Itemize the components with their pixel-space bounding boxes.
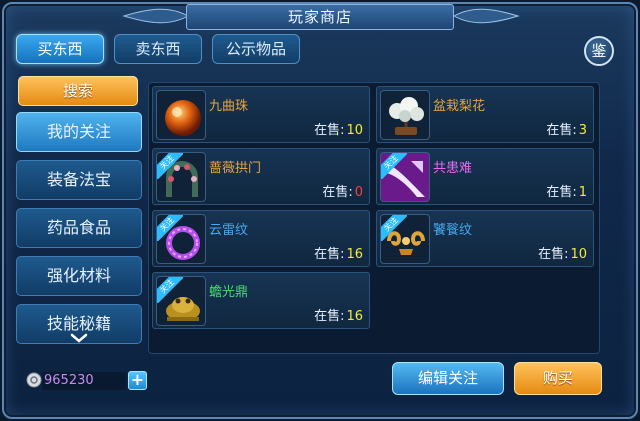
- stock-count: 在售: 10: [538, 247, 587, 262]
- appraise-button[interactable]: 鉴: [584, 36, 614, 66]
- item-name: 云雷纹: [209, 223, 249, 238]
- stock-count: 在售: 3: [546, 123, 587, 138]
- buy-button[interactable]: 购买: [514, 362, 602, 395]
- stock-count: 在售: 10: [314, 123, 363, 138]
- item-name: 蔷薇拱门: [209, 161, 262, 176]
- add-money-button[interactable]: +: [128, 371, 147, 390]
- sidebar-item-equipment[interactable]: 装备法宝: [16, 160, 142, 200]
- currency-icon: [26, 372, 42, 388]
- tab-public-items[interactable]: 公示物品: [212, 34, 300, 64]
- purple-ring-icon: 关注: [156, 214, 206, 264]
- stock-count: 在售: 1: [546, 185, 587, 200]
- favorite-badge: 关注: [157, 153, 183, 179]
- favorite-badge: 关注: [381, 153, 407, 179]
- left-ornament: [122, 8, 190, 24]
- item-card[interactable]: 九曲珠 在售: 10: [152, 86, 370, 143]
- item-name: 九曲珠: [209, 99, 249, 114]
- favorite-badge: 关注: [157, 215, 183, 241]
- stock-count: 在售: 0: [322, 185, 363, 200]
- item-card[interactable]: 关注 云雷纹 在售: 16: [152, 210, 370, 267]
- golden-toad-icon: 关注: [156, 276, 206, 326]
- purple-emblem-icon: 关注: [380, 152, 430, 202]
- favorite-badge: 关注: [157, 277, 183, 303]
- money-amount: 965230: [42, 372, 126, 390]
- orange-orb-icon: [156, 90, 206, 140]
- stock-count: 在售: 16: [314, 247, 363, 262]
- edit-favorites-button[interactable]: 编辑关注: [392, 362, 504, 395]
- item-name: 盆栽梨花: [433, 99, 486, 114]
- sidebar-item-my-favorites[interactable]: 我的关注: [16, 112, 142, 152]
- item-card[interactable]: 盆栽梨花 在售: 3: [376, 86, 594, 143]
- item-name: 饕餮纹: [433, 223, 473, 238]
- window-title: 玩家商店: [186, 4, 454, 30]
- rose-arch-icon: 关注: [156, 152, 206, 202]
- sidebar-item-medicine-food[interactable]: 药品食品: [16, 208, 142, 248]
- golden-pattern-icon: 关注: [380, 214, 430, 264]
- item-name: 蟾光鼎: [209, 285, 249, 300]
- item-card[interactable]: 关注 饕餮纹 在售: 10: [376, 210, 594, 267]
- potted-pear-blossom-icon: [380, 90, 430, 140]
- right-ornament: [452, 8, 520, 24]
- chevron-down-icon[interactable]: [70, 333, 88, 343]
- tab-buy[interactable]: 买东西: [16, 34, 104, 64]
- item-card[interactable]: 关注 蔷薇拱门 在售: 0: [152, 148, 370, 205]
- tab-sell[interactable]: 卖东西: [114, 34, 202, 64]
- stock-count: 在售: 16: [314, 309, 363, 324]
- item-card[interactable]: 关注 蟾光鼎 在售: 16: [152, 272, 370, 329]
- sidebar-item-enhance-materials[interactable]: 强化材料: [16, 256, 142, 296]
- item-name: 共患难: [433, 161, 473, 176]
- search-button[interactable]: 搜索: [18, 76, 138, 106]
- item-card[interactable]: 关注 共患难 在售: 1: [376, 148, 594, 205]
- favorite-badge: 关注: [381, 215, 407, 241]
